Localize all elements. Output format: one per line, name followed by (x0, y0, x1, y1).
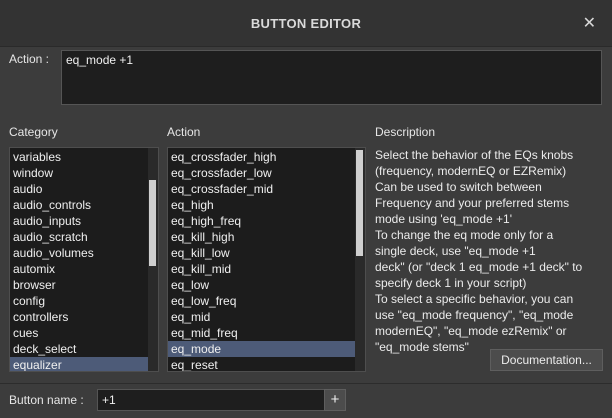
action-list-item[interactable]: eq_kill_high (168, 229, 355, 245)
category-list-item[interactable]: audio_inputs (10, 213, 148, 229)
action-list-item[interactable]: eq_mode (168, 341, 355, 357)
action-list-item[interactable]: eq_high_freq (168, 213, 355, 229)
documentation-button[interactable]: Documentation... (490, 349, 603, 371)
category-list-item[interactable]: browser (10, 277, 148, 293)
description-header: Description (375, 125, 436, 139)
action-list-item[interactable]: eq_low (168, 277, 355, 293)
category-list-item[interactable]: audio_controls (10, 197, 148, 213)
category-list-item[interactable]: automix (10, 261, 148, 277)
action-list-item[interactable]: eq_crossfader_low (168, 165, 355, 181)
description-line: Can be used to switch between (375, 180, 542, 194)
action-list[interactable]: eq_crossfader_high eq_crossfader_low eq_cr… (167, 147, 366, 372)
action-list-scrollbar[interactable] (355, 148, 365, 371)
description-line: To change the eq mode only for a (375, 228, 554, 242)
category-scrollbar[interactable] (148, 148, 158, 371)
category-list-item[interactable]: audio (10, 181, 148, 197)
category-list-item[interactable]: variables (10, 149, 148, 165)
category-list-item[interactable]: window (10, 165, 148, 181)
description-line: mode using 'eq_mode +1' (375, 212, 513, 226)
action-list-item[interactable]: eq_kill_low (168, 245, 355, 261)
description-text: Select the behavior of the EQs knobs (fre… (375, 147, 603, 355)
category-list-item[interactable]: equalizer (10, 357, 148, 371)
description-line: single deck, use "eq_mode +1 (375, 244, 536, 258)
description-line: modernEQ", "eq_mode ezRemix" or (375, 324, 567, 338)
action-label: Action : (9, 52, 50, 66)
category-list-item[interactable]: config (10, 293, 148, 309)
action-list-item[interactable]: eq_crossfader_high (168, 149, 355, 165)
action-list-item[interactable]: eq_high (168, 197, 355, 213)
divider (0, 383, 612, 384)
category-list-item[interactable]: audio_volumes (10, 245, 148, 261)
category-list-item[interactable]: audio_scratch (10, 229, 148, 245)
close-icon[interactable]: ✕ (583, 13, 596, 33)
action-list-item[interactable]: eq_reset (168, 357, 355, 371)
action-list-item[interactable]: eq_kill_mid (168, 261, 355, 277)
category-list-item[interactable]: cues (10, 325, 148, 341)
description-line: specify deck 1 in your script) (375, 276, 527, 290)
action-list-item[interactable]: eq_low_freq (168, 293, 355, 309)
title-bar: BUTTON EDITOR ✕ (0, 0, 612, 47)
category-header: Category (9, 125, 58, 139)
description-line: To select a specific behavior, you can (375, 292, 574, 306)
category-list-item[interactable]: controllers (10, 309, 148, 325)
category-list-item[interactable]: deck_select (10, 341, 148, 357)
category-scroll-thumb[interactable] (149, 180, 156, 266)
dialog-title: BUTTON EDITOR (250, 16, 362, 31)
description-line: deck" (or "deck 1 eq_mode +1 deck" to (375, 260, 583, 274)
action-list-header: Action (167, 125, 201, 139)
action-list-item[interactable]: eq_mid (168, 309, 355, 325)
category-list[interactable]: variables window audio audio_controls audio_… (9, 147, 159, 372)
action-list-scroll-thumb[interactable] (356, 150, 363, 256)
action-list-item[interactable]: eq_mid_freq (168, 325, 355, 341)
add-button[interactable]: + (324, 389, 346, 411)
action-text-field[interactable]: eq_mode +1 (61, 50, 602, 105)
description-line: use "eq_mode frequency", "eq_mode (375, 308, 574, 322)
description-line: Frequency and your preferred stems (375, 196, 570, 210)
description-line: Select the behavior of the EQs knobs (375, 148, 574, 162)
action-list-item[interactable]: eq_crossfader_mid (168, 181, 355, 197)
description-line: (frequency, modernEQ or EZRemix) (375, 164, 567, 178)
button-name-input[interactable]: +1 (97, 389, 345, 411)
button-name-label: Button name : (9, 393, 84, 407)
